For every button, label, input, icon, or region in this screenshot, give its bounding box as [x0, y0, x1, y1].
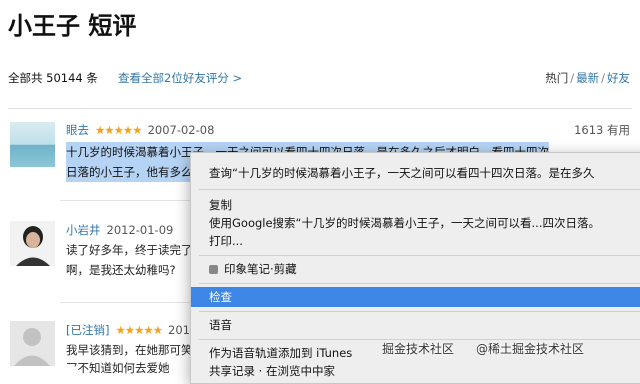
- sort-options: 热门 / 最新 / 好友: [545, 70, 630, 86]
- evernote-icon: [209, 265, 218, 274]
- sort-separator: /: [570, 71, 575, 85]
- watermark-text: 掘金技术社区: [382, 342, 455, 356]
- rating-stars: ★★★★★: [115, 323, 163, 337]
- review-meta: 眼去 ★★★★★ 2007-02-08: [66, 122, 214, 138]
- menu-separator: [199, 283, 640, 284]
- review-text-line: 读了好多年，终于读完了: [66, 243, 193, 257]
- menu-item-speech[interactable]: 语音: [191, 315, 640, 335]
- divider: [8, 108, 632, 109]
- menu-item-evernote[interactable]: 印象笔记·剪藏: [191, 259, 640, 279]
- menu-item-inspect[interactable]: 检查: [191, 287, 640, 307]
- menu-item-print[interactable]: 打印...: [191, 231, 640, 251]
- avatar[interactable]: [10, 221, 55, 266]
- person-photo-icon: [16, 226, 50, 266]
- review-username[interactable]: [已注销]: [66, 323, 109, 337]
- menu-item-more[interactable]: 共享记录 · 在浏览中中家: [191, 361, 640, 381]
- review-text-line: 啊，是我还太幼稚吗?: [66, 263, 176, 277]
- review-username[interactable]: 眼去: [66, 123, 89, 137]
- menu-item-google-search[interactable]: 使用Google搜索“十几岁的时候渴慕着小王子，一天之间可以看...四次日落。: [191, 213, 640, 233]
- sort-separator: /: [601, 71, 605, 85]
- review-date: 2007-02-08: [147, 123, 215, 137]
- review-text-line: 乛不知道如何去爱她: [66, 361, 170, 375]
- menu-separator: [199, 189, 640, 190]
- watermark-text: @稀土掘金技术社区: [476, 342, 585, 356]
- friends-ratings-link[interactable]: 查看全部2位好友评分 >: [118, 70, 242, 86]
- avatar[interactable]: [10, 122, 55, 167]
- review-date: 2012-01-09: [106, 223, 174, 237]
- sort-friends[interactable]: 好友: [607, 71, 630, 85]
- review-username[interactable]: 小岩井: [66, 223, 101, 237]
- useful-count[interactable]: 1613 有用: [574, 122, 630, 138]
- sort-latest[interactable]: 最新: [576, 71, 599, 85]
- menu-separator: [199, 255, 640, 256]
- default-avatar-icon: [14, 328, 50, 366]
- review-meta: 小岩井 2012-01-09: [66, 222, 173, 238]
- menu-item-copy[interactable]: 复制: [191, 195, 640, 215]
- sort-hot[interactable]: 热门: [545, 71, 568, 85]
- rating-stars: ★★★★★: [95, 123, 143, 137]
- avatar[interactable]: [10, 321, 55, 366]
- review-meta: [已注销] ★★★★★ 2014: [66, 322, 197, 338]
- page-title: 小王子 短评: [8, 12, 137, 40]
- menu-item-lookup[interactable]: 查询“十几岁的时候渴慕着小王子，一天之间可以看四十四次日落。是在多久: [191, 163, 640, 183]
- review-text-line: 日落的小王子，他有多么: [66, 162, 193, 182]
- menu-item-label: 印象笔记·剪藏: [224, 262, 297, 276]
- review-text-line: 我早该猜到，在她那可笑: [66, 343, 193, 357]
- menu-separator: [199, 311, 640, 312]
- review-count: 全部共 50144 条: [8, 71, 98, 85]
